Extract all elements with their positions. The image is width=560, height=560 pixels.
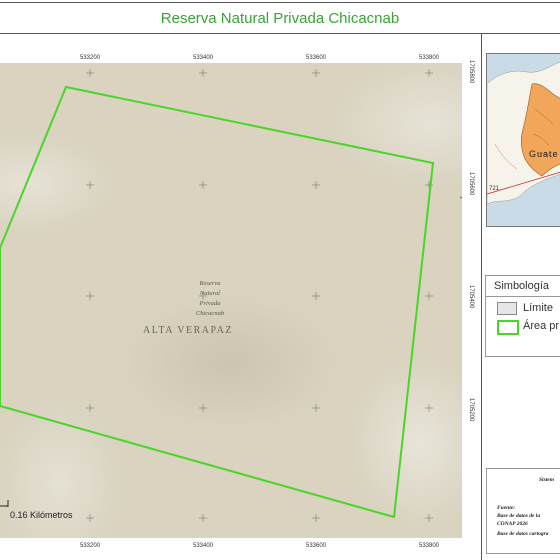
legend-title: Simbología bbox=[494, 280, 550, 292]
title-divider bbox=[0, 33, 560, 34]
y-tick-right: 1705400 bbox=[468, 285, 474, 309]
x-tick-bottom: 533800 bbox=[419, 543, 440, 549]
x-tick-top: 533800 bbox=[419, 55, 440, 61]
legend-swatch-limit bbox=[497, 302, 517, 315]
legend-item-protected-area: Área pr bbox=[523, 320, 560, 332]
legend-item-limit: Límite bbox=[523, 302, 553, 314]
x-tick-bottom: 533600 bbox=[306, 543, 327, 549]
scale-bar bbox=[0, 500, 9, 507]
x-tick-top: 533200 bbox=[80, 55, 101, 61]
source-line: Base de datos de la bbox=[497, 513, 541, 519]
source-line: CONAP 2026 bbox=[497, 521, 528, 527]
map-canvas[interactable]: ALTA VERAPAZ Reserva Natural Privada Chi… bbox=[0, 63, 462, 538]
area-label-line: Privada bbox=[199, 300, 221, 307]
inset-pointer-line bbox=[459, 196, 462, 199]
area-label-line: Reserva bbox=[199, 280, 221, 287]
grid-crosses bbox=[86, 69, 433, 522]
x-tick-bottom: 533400 bbox=[193, 543, 214, 549]
map-svg: ALTA VERAPAZ Reserva Natural Privada Chi… bbox=[0, 69, 462, 522]
x-tick-top: 533400 bbox=[193, 55, 214, 61]
legend: Simbología Límite Área pr bbox=[485, 275, 560, 357]
legend-divider bbox=[486, 296, 560, 297]
area-label-line: Natural bbox=[199, 290, 220, 297]
inset-svg: Guate 721 bbox=[487, 54, 560, 226]
region-label: ALTA VERAPAZ bbox=[143, 325, 233, 336]
page-title: Reserva Natural Privada Chicacnab bbox=[160, 10, 400, 27]
source-box: Sistem Fuente: Base de datos de la CONAP… bbox=[486, 468, 560, 554]
frame-top-line bbox=[0, 2, 560, 3]
frame-right-divider bbox=[481, 33, 482, 560]
area-label-line: Chicacnab bbox=[196, 310, 225, 317]
y-tick-right: 1705600 bbox=[468, 172, 474, 196]
location-inset-map[interactable]: Guate 721 bbox=[486, 53, 560, 227]
x-tick-bottom: 533200 bbox=[80, 543, 101, 549]
y-tick-right: 1705800 bbox=[468, 60, 474, 84]
source-header: Sistem bbox=[539, 477, 554, 483]
scale-label: 0.16 Kilómetros bbox=[10, 510, 73, 520]
y-tick-right: 1705200 bbox=[468, 398, 474, 422]
x-tick-top: 533600 bbox=[306, 55, 327, 61]
legend-swatch-protected-area bbox=[497, 320, 519, 335]
source-line: Base de datos cartogra bbox=[497, 531, 549, 537]
source-label: Fuente: bbox=[497, 505, 516, 511]
inset-country-label: Guate bbox=[529, 149, 559, 159]
inset-road-label: 721 bbox=[489, 186, 500, 192]
